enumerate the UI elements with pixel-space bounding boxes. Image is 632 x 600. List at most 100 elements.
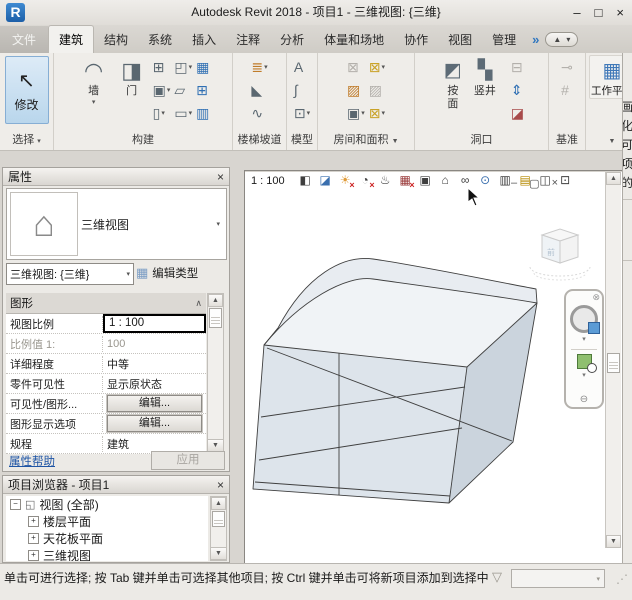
properties-close-icon[interactable]: ×: [217, 170, 224, 184]
modify-button[interactable]: ↖ 修改: [5, 56, 49, 124]
graphic-display-options-edit-button[interactable]: 编辑...: [107, 415, 202, 432]
component-button[interactable]: ▣▾: [152, 79, 172, 100]
stair-button[interactable]: ≣▾: [250, 56, 268, 77]
collapse-node-icon[interactable]: −: [10, 499, 21, 510]
detail-level-control[interactable]: ◧: [298, 173, 313, 188]
tree-item-ceiling-plans[interactable]: + 天花板平面: [6, 530, 208, 547]
group-header-graphics[interactable]: 图形 ∧: [6, 293, 206, 314]
detail-level-field[interactable]: 中等: [103, 356, 206, 372]
show-constraints-control[interactable]: ⊡: [558, 173, 573, 188]
scroll-down-icon[interactable]: ▼: [210, 547, 227, 560]
ramp-button[interactable]: ◣: [250, 79, 268, 100]
zoom-dropdown-icon[interactable]: ▾: [582, 371, 586, 379]
viewcube[interactable]: 前: [528, 221, 592, 289]
visibility-graphics-edit-button[interactable]: 编辑...: [107, 395, 202, 412]
mullion-button[interactable]: ▥: [195, 102, 210, 123]
shadows-control[interactable]: ◔×: [358, 173, 373, 188]
properties-help-link[interactable]: 属性帮助: [9, 453, 55, 469]
tree-item-3d-views[interactable]: + 三维视图: [6, 547, 208, 561]
view-scrollbar-thumb[interactable]: [607, 353, 620, 373]
instance-combobox[interactable]: 三维视图: {三维} ▾: [6, 263, 134, 285]
opening-by-face-button[interactable]: ◩ 按 面: [438, 56, 468, 110]
roof-button[interactable]: ◰▾: [173, 56, 193, 77]
view-scrollbar[interactable]: ▲ ▼: [605, 172, 621, 548]
tab-architecture[interactable]: 建筑: [48, 25, 94, 53]
model-text-button[interactable]: A: [293, 56, 311, 77]
analytical-model-control[interactable]: ◫: [538, 173, 553, 188]
tab-annotate[interactable]: 注释: [226, 26, 270, 53]
room-button[interactable]: ⊠: [346, 56, 366, 77]
ceiling-button[interactable]: ▱: [173, 79, 193, 100]
type-selector-dropdown-icon[interactable]: ▾: [216, 220, 220, 228]
tag-area-button[interactable]: ⊠▾: [368, 102, 386, 123]
area-boundary-button[interactable]: ▨: [368, 79, 386, 100]
unlocked-3d-view-control[interactable]: ⌂: [438, 173, 453, 188]
browser-scrollbar-thumb[interactable]: [212, 511, 225, 527]
massing-model[interactable]: [251, 255, 551, 515]
sun-path-control[interactable]: ☀×: [338, 173, 353, 188]
zoom-tool-icon[interactable]: [577, 354, 592, 369]
area-button[interactable]: ⊠▾: [368, 56, 386, 77]
column-button[interactable]: ▯▾: [152, 102, 172, 123]
railing-button[interactable]: ∿: [250, 102, 268, 123]
scroll-down-icon[interactable]: ▼: [606, 535, 621, 548]
expand-node-icon[interactable]: +: [28, 533, 39, 544]
type-selector[interactable]: ⌂ 三维视图 ▾: [6, 188, 227, 260]
discipline-field[interactable]: 建筑: [103, 436, 206, 452]
visual-style-control[interactable]: ◪: [318, 173, 333, 188]
temporary-view-properties-control[interactable]: ▤: [518, 173, 533, 188]
browser-close-icon[interactable]: ×: [217, 478, 224, 492]
view-scale-field[interactable]: 1 : 100: [103, 314, 206, 333]
level-button[interactable]: ⊸: [560, 56, 574, 77]
curtain-grid-button[interactable]: ⊞: [195, 79, 210, 100]
tab-massing-site[interactable]: 体量和场地: [314, 26, 394, 53]
window-button[interactable]: ⊞: [152, 56, 172, 77]
tab-structure[interactable]: 结构: [94, 26, 138, 53]
navbar-minimize-icon[interactable]: ⊖: [580, 394, 588, 405]
tab-collaborate[interactable]: 协作: [394, 26, 438, 53]
scroll-up-icon[interactable]: ▲: [208, 294, 223, 307]
tab-insert[interactable]: 插入: [182, 26, 226, 53]
grid-button[interactable]: #: [560, 79, 574, 100]
floor-button[interactable]: ▭▾: [173, 102, 193, 123]
wall-button[interactable]: ◠ 墙 ▾: [76, 56, 112, 106]
vertical-opening-button[interactable]: ⇕: [510, 79, 525, 100]
rendering-dialog-control[interactable]: ♨: [378, 173, 393, 188]
wheel-dropdown-icon[interactable]: ▾: [582, 335, 586, 343]
maximize-button[interactable]: □: [595, 5, 603, 20]
dormer-opening-button[interactable]: ◪: [510, 102, 525, 123]
edit-type-button[interactable]: ▦ 编辑类型: [136, 265, 198, 281]
show-crop-region-control[interactable]: ▣: [418, 173, 433, 188]
browser-scrollbar[interactable]: ▲ ▼: [210, 496, 227, 561]
scroll-up-icon[interactable]: ▲: [606, 172, 621, 185]
worksharing-display-control[interactable]: ▥: [498, 173, 513, 188]
navbar-close-icon[interactable]: ⊗: [592, 292, 600, 303]
properties-scrollbar-thumb[interactable]: [209, 308, 222, 328]
tab-systems[interactable]: 系统: [138, 26, 182, 53]
minimize-button[interactable]: –: [573, 5, 580, 20]
view-scale-control[interactable]: 1 : 100: [251, 175, 285, 187]
tree-item-floor-plans[interactable]: + 楼层平面: [6, 513, 208, 530]
scroll-up-icon[interactable]: ▲: [211, 497, 226, 510]
tab-view[interactable]: 视图: [438, 26, 482, 53]
steering-wheel-icon[interactable]: [570, 305, 598, 333]
drawing-area[interactable]: – ▢ × 前 ⊗ ▾ ▾ ⊖ ▲ ▼ 1 : 100 ◧ ◪ ☀×: [244, 170, 623, 565]
tree-item-views[interactable]: − ◱ 视图 (全部): [6, 496, 208, 513]
ribbon-state-toggle[interactable]: ▲ ▾: [545, 32, 578, 47]
reveal-hidden-elements-control[interactable]: ⊙: [478, 173, 493, 188]
panel-select-label[interactable]: 选择 ▾: [0, 133, 53, 150]
filter-icon[interactable]: ▽: [492, 569, 502, 585]
resize-grip-icon[interactable]: ⋰: [616, 572, 628, 586]
tab-file[interactable]: 文件: [0, 26, 48, 53]
temporary-hide-isolate-control[interactable]: ∞: [458, 173, 473, 188]
tab-overflow-icon[interactable]: »: [532, 32, 539, 47]
expand-node-icon[interactable]: +: [28, 516, 39, 527]
status-combobox[interactable]: ▾: [511, 569, 605, 588]
model-line-button[interactable]: ∫: [293, 79, 311, 100]
tab-manage[interactable]: 管理: [482, 26, 526, 53]
wall-opening-button[interactable]: ⊟: [510, 56, 525, 77]
expand-node-icon[interactable]: +: [28, 550, 39, 561]
close-button[interactable]: ×: [616, 5, 624, 20]
shaft-button[interactable]: ▚ 竖井: [470, 56, 500, 97]
tab-analyze[interactable]: 分析: [270, 26, 314, 53]
